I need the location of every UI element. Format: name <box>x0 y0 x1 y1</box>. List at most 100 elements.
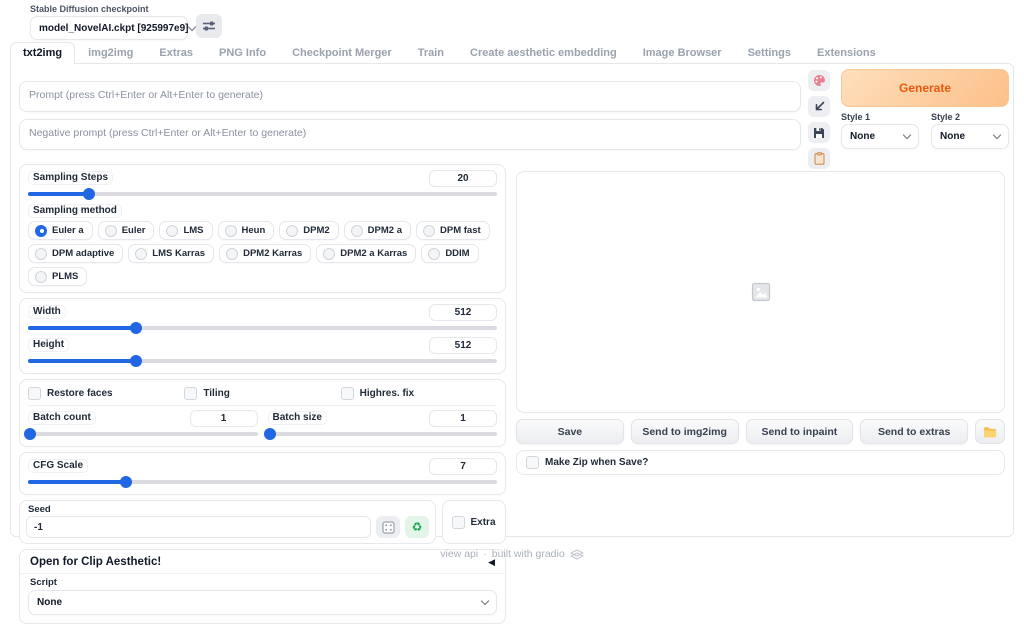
radio-dpm-fast[interactable]: DPM fast <box>416 221 490 240</box>
tab-checkpoint-merger[interactable]: Checkpoint Merger <box>279 42 405 65</box>
send-to-inpaint-button[interactable]: Send to inpaint <box>746 419 854 444</box>
send-to-img2img-button[interactable]: Send to img2img <box>631 419 739 444</box>
save-button[interactable]: Save <box>516 419 624 444</box>
batch-size-input[interactable] <box>429 410 497 427</box>
script-select[interactable]: None <box>28 590 497 615</box>
recycle-icon: ♻ <box>412 520 423 534</box>
seed-row: Seed ♻ Extra <box>19 500 506 544</box>
tab-create-aesthetic-embedding[interactable]: Create aesthetic embedding <box>457 42 630 65</box>
extra-seed-group[interactable]: Extra <box>442 500 506 544</box>
seed-group: Seed ♻ <box>19 500 436 544</box>
toggles-row: Restore faces Tiling Highres. fix <box>28 385 497 406</box>
sampling-steps-slider[interactable] <box>28 188 497 200</box>
save-style-button[interactable] <box>808 122 830 143</box>
chevron-down-icon <box>993 131 1001 139</box>
result-image-area <box>516 171 1005 413</box>
radio-lms[interactable]: LMS <box>159 221 212 240</box>
tab-image-browser[interactable]: Image Browser <box>630 42 735 65</box>
slider-thumb[interactable] <box>130 322 142 334</box>
slider-thumb[interactable] <box>24 428 36 440</box>
radio-plms[interactable]: PLMS <box>28 267 87 286</box>
random-seed-button[interactable] <box>376 516 400 538</box>
radio-dpm-adaptive[interactable]: DPM adaptive <box>28 244 123 263</box>
output-buttons-row: Save Send to img2img Send to inpaint Sen… <box>516 419 1005 444</box>
radio-icon <box>351 225 363 237</box>
styles-row: Style 1 None Style 2 None <box>841 112 1009 149</box>
tab-img2img[interactable]: img2img <box>75 42 146 65</box>
tiling-checkbox[interactable]: Tiling <box>184 387 340 400</box>
radio-ddim[interactable]: DDIM <box>421 244 478 263</box>
radio-heun[interactable]: Heun <box>218 221 275 240</box>
radio-dpm2[interactable]: DPM2 <box>279 221 338 240</box>
footer-separator: · <box>483 548 487 560</box>
tab-png-info[interactable]: PNG Info <box>206 42 279 65</box>
width-input[interactable] <box>429 304 497 321</box>
radio-dpm2-karras[interactable]: DPM2 Karras <box>219 244 311 263</box>
radio-icon <box>286 225 298 237</box>
cfg-scale-slider[interactable] <box>28 476 497 488</box>
checkpoint-value: model_NovelAI.ckpt [925997e9] <box>39 23 189 34</box>
tab-extensions[interactable]: Extensions <box>804 42 889 65</box>
negative-prompt-input[interactable] <box>19 119 801 150</box>
generate-button[interactable]: Generate <box>841 69 1009 107</box>
tab-train[interactable]: Train <box>405 42 457 65</box>
zip-checkbox[interactable] <box>526 456 539 469</box>
radio-lms-karras[interactable]: LMS Karras <box>128 244 214 263</box>
tab-settings[interactable]: Settings <box>735 42 804 65</box>
reuse-seed-button[interactable]: ♻ <box>405 516 429 538</box>
sampling-group: Sampling Steps Sampling method Euler a E… <box>19 164 506 293</box>
batch-count-input[interactable] <box>190 410 258 427</box>
slider-thumb[interactable] <box>264 428 276 440</box>
style1-select[interactable]: None <box>841 124 919 149</box>
checkbox-icon[interactable] <box>28 387 41 400</box>
slider-thumb[interactable] <box>130 355 142 367</box>
sampling-steps-input[interactable] <box>429 170 497 187</box>
width-label: Width <box>28 305 66 319</box>
zip-label: Make Zip when Save? <box>545 457 648 468</box>
radio-dpm2-a[interactable]: DPM2 a <box>344 221 411 240</box>
radio-dpm2-a-karras[interactable]: DPM2 a Karras <box>316 244 416 263</box>
open-folder-button[interactable] <box>975 419 1005 444</box>
tab-extras[interactable]: Extras <box>146 42 206 65</box>
zip-option-group: Make Zip when Save? <box>516 450 1005 475</box>
style1-label: Style 1 <box>841 112 919 122</box>
checkbox-icon[interactable] <box>341 387 354 400</box>
extra-label: Extra <box>470 517 495 528</box>
dimensions-group: Width Height <box>19 298 506 374</box>
paste-params-button[interactable] <box>808 96 830 117</box>
width-slider[interactable] <box>28 322 497 334</box>
checkbox-icon[interactable] <box>452 516 465 529</box>
tab-txt2img[interactable]: txt2img <box>10 42 75 65</box>
batch-size-slider[interactable] <box>268 428 498 440</box>
checkbox-icon[interactable] <box>184 387 197 400</box>
prompt-input[interactable] <box>19 81 801 112</box>
height-input[interactable] <box>429 337 497 354</box>
style2-select[interactable]: None <box>931 124 1009 149</box>
batch-count-slider[interactable] <box>28 428 258 440</box>
radio-euler-a[interactable]: Euler a <box>28 221 93 240</box>
slider-thumb[interactable] <box>83 188 95 200</box>
roll-artist-button[interactable] <box>808 70 830 91</box>
cfg-scale-input[interactable] <box>429 458 497 475</box>
send-to-extras-button[interactable]: Send to extras <box>860 419 968 444</box>
built-with-gradio-link[interactable]: built with gradio <box>492 548 565 560</box>
chevron-down-icon <box>187 22 195 30</box>
batch-count-label: Batch count <box>28 411 96 425</box>
radio-euler[interactable]: Euler <box>98 221 155 240</box>
checkpoint-select[interactable]: model_NovelAI.ckpt [925997e9] <box>30 16 188 40</box>
sampling-method-radios: Euler a Euler LMS Heun DPM2 DPM2 a DPM f… <box>28 221 497 286</box>
view-api-link[interactable]: view api <box>440 548 478 560</box>
dice-icon <box>382 521 395 534</box>
restore-faces-checkbox[interactable]: Restore faces <box>28 387 184 400</box>
slider-thumb[interactable] <box>120 476 132 488</box>
height-slider[interactable] <box>28 355 497 367</box>
highres-fix-checkbox[interactable]: Highres. fix <box>341 387 497 400</box>
style2-label: Style 2 <box>931 112 1009 122</box>
sampling-steps-label: Sampling Steps <box>28 171 113 185</box>
checkpoint-settings-button[interactable] <box>196 14 222 38</box>
style2-value: None <box>940 131 965 142</box>
apply-style-button[interactable] <box>808 148 830 169</box>
output-column: Save Send to img2img Send to inpaint Sen… <box>516 171 1005 475</box>
sliders-icon <box>202 20 216 32</box>
seed-input[interactable] <box>26 516 371 538</box>
